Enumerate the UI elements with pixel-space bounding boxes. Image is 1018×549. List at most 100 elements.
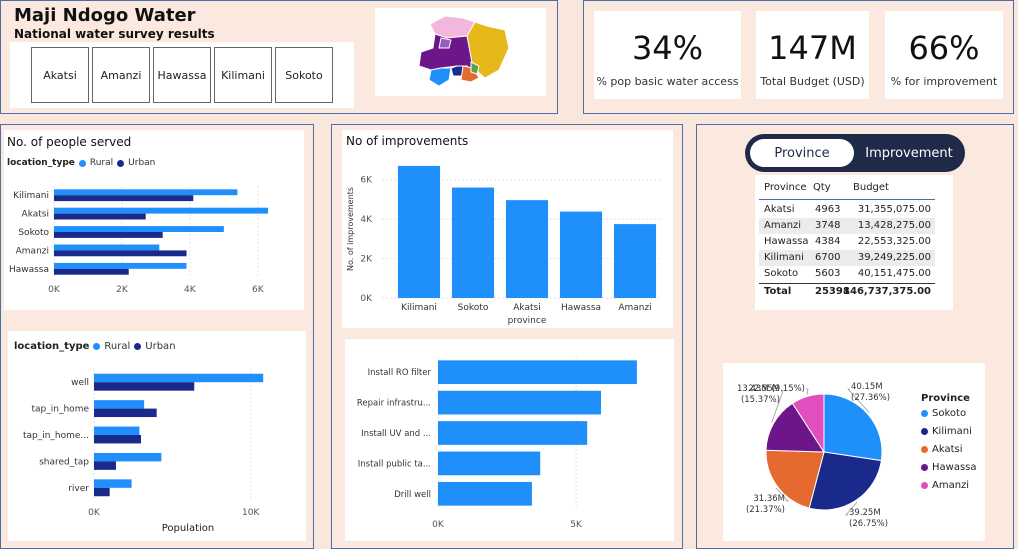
x-axis-title: province [508, 316, 547, 326]
map-region-blue [428, 67, 452, 87]
cell-budget: 40,151,475.00 [857, 268, 931, 279]
data-label-pct: (27.36%) [851, 393, 890, 403]
bar [438, 390, 601, 415]
legend-label: Akatsi [932, 444, 963, 455]
bar-urban [94, 487, 110, 497]
category-label: well [71, 378, 89, 388]
slicer-hawassa[interactable]: Hawassa [153, 47, 211, 103]
bar [438, 481, 532, 506]
cell-qty: 4963 [815, 204, 841, 215]
slicer-akatsi[interactable]: Akatsi [31, 47, 89, 103]
data-label: 40.15M [851, 382, 883, 392]
toggle-improvement[interactable]: Improvement [857, 139, 961, 167]
x-tick-label: Sokoto [458, 303, 489, 313]
map-region-lightpurple [438, 37, 452, 49]
kpi-card-improvement: 66% % for improvement [885, 11, 1003, 99]
improvements-chart: 0K 2K 4K 6K Kilimani Sokoto Akatsi Hawassa Amanz… [346, 165, 662, 326]
improvements-card[interactable]: No of improvements 0K 2K 4K 6K Kilimani Sokot… [342, 130, 673, 328]
kpi-label: % for improvement [890, 75, 998, 88]
bar-urban [54, 268, 129, 275]
table-header: Province Qty Budget [759, 180, 935, 196]
legend-label: Hawassa [932, 462, 977, 473]
pie-legend: Province Sokoto Kilimani Akatsi Hawassa Aman… [921, 393, 977, 498]
x-tick-label: 0K [48, 285, 61, 295]
population-source-card[interactable]: location_type Rural Urban 0K 10K well tap_i… [8, 331, 306, 541]
legend-item[interactable]: Amanzi [921, 480, 977, 491]
table-row: Amanzi 3748 13,428,275.00 [759, 218, 935, 234]
bar [451, 187, 495, 298]
legend-item[interactable]: Sokoto [921, 408, 977, 419]
table-row: Sokoto 5603 40,151,475.00 [759, 266, 935, 282]
kpi-value: 66% [908, 29, 980, 67]
kpi-value: 34% [631, 29, 704, 67]
legend-item[interactable]: Hawassa [921, 462, 977, 473]
legend-items: Sokoto Kilimani Akatsi Hawassa Amanzi [921, 408, 977, 491]
kpi-value: 147M [768, 29, 857, 67]
bar [613, 224, 657, 298]
total-label: Total [764, 286, 792, 297]
bar-rural [94, 373, 264, 383]
bar-urban [94, 382, 195, 391]
category-label: shared_tap [39, 457, 89, 467]
bar-rural [94, 479, 132, 488]
slicer-amanzi[interactable]: Amanzi [92, 47, 150, 103]
bar [438, 421, 588, 445]
x-tick-label: 0K [432, 520, 445, 530]
cell-province: Akatsi [764, 204, 795, 215]
cell-qty: 6700 [815, 252, 841, 263]
category-label: Sokoto [18, 228, 49, 238]
improvement-types-card[interactable]: 0K 5K Install RO filter Repair infrastru...… [345, 339, 674, 541]
data-label: 39.25M [849, 508, 881, 518]
kpi-label: Total Budget (USD) [760, 75, 865, 88]
y-tick-label: 4K [360, 215, 373, 225]
toggle-province[interactable]: Province [750, 139, 854, 167]
data-label: 13.43M (9.15%) [737, 384, 805, 394]
cell-qty: 4384 [815, 236, 841, 247]
legend-dot [921, 446, 928, 453]
improvement-types-chart: 0K 5K Install RO filter Repair infrastru...… [357, 357, 637, 530]
x-tick-label: 4K [184, 285, 197, 295]
leader-line [806, 388, 809, 395]
legend-dot [921, 428, 928, 435]
slicer-kilimani[interactable]: Kilimani [214, 47, 272, 103]
page-title: Maji Ndogo Water [14, 5, 196, 26]
bar-rural [54, 189, 238, 196]
legend-title: Province [921, 393, 970, 404]
header-panel: Maji Ndogo Water National water survey r… [0, 0, 558, 114]
people-served-card[interactable]: No. of people served location_type Rural… [4, 130, 304, 310]
x-tick-label: Akatsi [513, 303, 540, 313]
data-label: 31.36M [753, 494, 785, 504]
legend-dot [921, 410, 928, 417]
x-tick-label: 2K [116, 285, 129, 295]
cell-budget: 39,249,225.00 [857, 252, 931, 263]
cell-budget: 22,553,325.00 [857, 236, 931, 247]
x-tick-label: 0K [88, 508, 101, 518]
x-tick-label: Hawassa [561, 303, 601, 313]
bar-rural [54, 244, 160, 251]
cell-qty: 5603 [815, 268, 841, 279]
table-total-row: Total 25398 146,737,375.00 [759, 284, 935, 300]
people-served-chart: 0K 2K 4K 6K Kilimani Akatsi Sokoto Amanzi Hawass… [9, 186, 269, 295]
page-subtitle: National water survey results [14, 27, 215, 41]
legend-item[interactable]: Kilimani [921, 426, 977, 437]
col-header-qty[interactable]: Qty [813, 182, 831, 193]
legend-dot [921, 482, 928, 489]
category-label: Amanzi [16, 246, 49, 256]
bar-urban [94, 408, 157, 418]
legend-label: Sokoto [932, 408, 967, 419]
category-label: Repair infrastru... [357, 399, 431, 409]
data-label-pct: (15.37%) [741, 395, 780, 405]
slicer-sokoto[interactable]: Sokoto [275, 47, 333, 103]
table-row: Hawassa 4384 22,553,325.00 [759, 234, 935, 250]
legend-item[interactable]: Akatsi [921, 444, 977, 455]
cell-province: Sokoto [764, 268, 799, 279]
cell-province: Amanzi [764, 220, 802, 231]
province-map[interactable] [375, 8, 546, 96]
category-label: Drill well [394, 490, 431, 500]
col-header-province[interactable]: Province [764, 182, 807, 193]
cell-province: Kilimani [764, 252, 804, 263]
col-header-budget[interactable]: Budget [853, 182, 889, 193]
y-tick-label: 0K [360, 294, 373, 304]
budget-pie-card[interactable]: 40.15M (27.36%) 39.25M (26.75%) 31.36M (21.37… [723, 363, 985, 541]
bar-urban [54, 250, 187, 257]
